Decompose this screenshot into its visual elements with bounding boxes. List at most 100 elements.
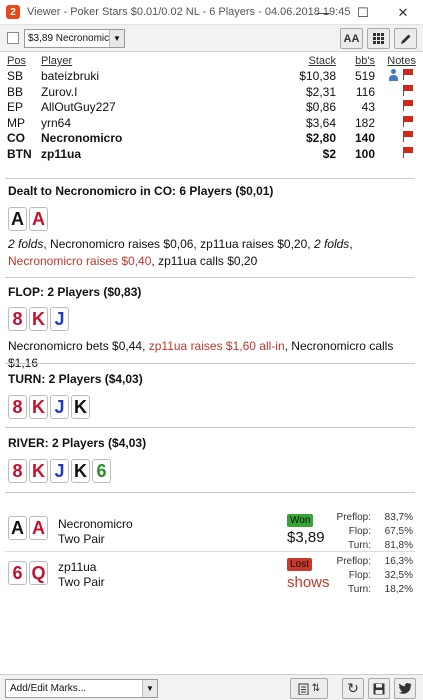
save-icon — [373, 683, 385, 694]
save-button[interactable] — [368, 678, 390, 699]
equity-label: Turn: — [348, 540, 371, 551]
winner-name: Necronomicro — [58, 517, 133, 531]
equity-label: Flop: — [348, 570, 371, 581]
player-name-cell: AllOutGuy227 — [41, 100, 116, 114]
header-stack[interactable]: Stack — [308, 55, 336, 67]
sort-icon: ⇅ — [311, 683, 321, 694]
equity-label: Preflop: — [336, 556, 371, 567]
playing-card: 8 — [8, 307, 27, 331]
turn-title: TURN: 2 Players ($4,03) — [8, 372, 143, 386]
chevron-down-icon[interactable]: ▼ — [142, 680, 157, 697]
maximize-button[interactable]: ☐ — [343, 0, 383, 25]
playing-card: 6 — [8, 561, 27, 585]
window-title: Viewer - Poker Stars $0.01/0.02 NL - 6 P… — [27, 6, 351, 18]
equity-label: Preflop: — [336, 512, 371, 523]
twitter-button[interactable] — [394, 678, 416, 699]
close-button[interactable]: ✕ — [383, 0, 423, 25]
font-size-button[interactable]: AA — [340, 28, 363, 49]
table-row[interactable]: BB Zurov.I $2,31 116 — [0, 84, 423, 100]
equity-value: 81,8% — [384, 540, 413, 551]
position-cell: SB — [7, 69, 24, 83]
flop-actions: Necronomicro bets $0,44, zp11ua raises $… — [8, 339, 394, 370]
header-bbs[interactable]: bb's — [355, 55, 375, 67]
sort-button[interactable]: ⇅ — [290, 678, 328, 699]
playing-card: 8 — [8, 395, 27, 419]
pencil-icon — [400, 34, 410, 44]
river-title: RIVER: 2 Players ($4,03) — [8, 436, 147, 450]
playing-card: J — [50, 307, 69, 331]
bbs-cell: 182 — [354, 115, 375, 130]
divider — [5, 277, 415, 278]
bbs-cell: 100 — [354, 146, 375, 161]
minimize-button[interactable]: — — [303, 0, 343, 25]
refresh-button[interactable]: ↻ — [342, 678, 364, 699]
stack-cell: $3,64 — [305, 115, 336, 130]
flag-icon[interactable] — [402, 131, 414, 142]
chevron-down-icon[interactable]: ▼ — [109, 29, 124, 47]
clipboard-icon — [298, 683, 309, 695]
bbs-cell: 43 — [361, 100, 375, 114]
playing-card: A — [8, 516, 27, 540]
playing-card: K — [29, 459, 48, 483]
divider — [5, 363, 415, 364]
title-bar: 2 Viewer - Poker Stars $0.01/0.02 NL - 6… — [0, 0, 423, 25]
bottom-bar: Add/Edit Marks... ▼ ⇅ ↻ — [0, 674, 423, 700]
won-badge: Won — [287, 514, 314, 527]
preflop-title: Dealt to Necronomicro in CO: 6 Players (… — [8, 184, 274, 198]
header-pos[interactable]: Pos — [7, 55, 26, 67]
select-checkbox[interactable] — [7, 32, 19, 44]
stack-cell: $2 — [322, 146, 336, 161]
header-notes[interactable]: Notes — [387, 55, 416, 67]
stack-cell: $2,31 — [305, 84, 336, 99]
playing-card: K — [29, 395, 48, 419]
stack-cell: $0,86 — [305, 100, 336, 114]
player-name-cell: Zurov.I — [41, 84, 78, 99]
lost-badge: Lost — [287, 558, 312, 571]
loser-cards: 6Q — [8, 561, 48, 585]
hole-cards: AA — [8, 207, 48, 231]
table-row[interactable]: BTN zp11ua $2 100 — [0, 146, 423, 162]
table-row[interactable]: MP yrn64 $3,64 182 — [0, 115, 423, 131]
table-row[interactable]: EP AllOutGuy227 $0,86 43 — [0, 99, 423, 115]
equity-value: 67,5% — [384, 526, 413, 537]
playing-card: Q — [29, 561, 48, 585]
turn-cards: 8KJK — [8, 395, 90, 419]
edit-button[interactable] — [394, 28, 417, 49]
stack-cell: $2,80 — [305, 131, 336, 145]
position-cell: BTN — [7, 146, 32, 161]
playing-card: A — [8, 207, 27, 231]
position-cell: BB — [7, 84, 24, 99]
playing-card: A — [29, 516, 48, 540]
preflop-actions: 2 folds, Necronomicro raises $0,06, zp11… — [8, 237, 353, 268]
players-table-header: Pos Player Stack bb's Notes — [0, 55, 423, 68]
stack-cell: $10,38 — [299, 69, 336, 83]
flag-icon[interactable] — [402, 100, 414, 111]
person-note-icon[interactable] — [388, 69, 399, 81]
playing-card: 8 — [8, 459, 27, 483]
equity-value: 16,3% — [384, 556, 413, 567]
grid-button[interactable] — [367, 28, 390, 49]
winner-hand: Two Pair — [58, 532, 105, 546]
playing-card: K — [71, 395, 90, 419]
equity-value: 18,2% — [384, 584, 413, 595]
grid-icon — [373, 33, 384, 44]
player-name-cell: yrn64 — [41, 115, 72, 130]
player-select[interactable]: $3,89 Necronomic ▼ — [24, 28, 125, 48]
table-row[interactable]: SB bateizbruki $10,38 519 — [0, 68, 423, 84]
flag-icon[interactable] — [402, 146, 414, 158]
playing-card: K — [29, 307, 48, 331]
bbs-cell: 116 — [355, 84, 375, 99]
winner-amount: $3,89 — [287, 529, 325, 546]
flag-icon[interactable] — [402, 69, 414, 80]
loser-hand: Two Pair — [58, 575, 105, 589]
playing-card: A — [29, 207, 48, 231]
loser-shows: shows — [287, 574, 330, 591]
flag-icon[interactable] — [402, 115, 414, 127]
river-cards: 8KJK6 — [8, 459, 111, 483]
marks-select[interactable]: Add/Edit Marks... ▼ — [5, 679, 158, 698]
equity-value: 32,5% — [384, 570, 413, 581]
flag-icon[interactable] — [402, 84, 414, 96]
header-player[interactable]: Player — [41, 55, 72, 67]
divider — [5, 492, 415, 493]
table-row[interactable]: CO Necronomicro $2,80 140 — [0, 130, 423, 146]
